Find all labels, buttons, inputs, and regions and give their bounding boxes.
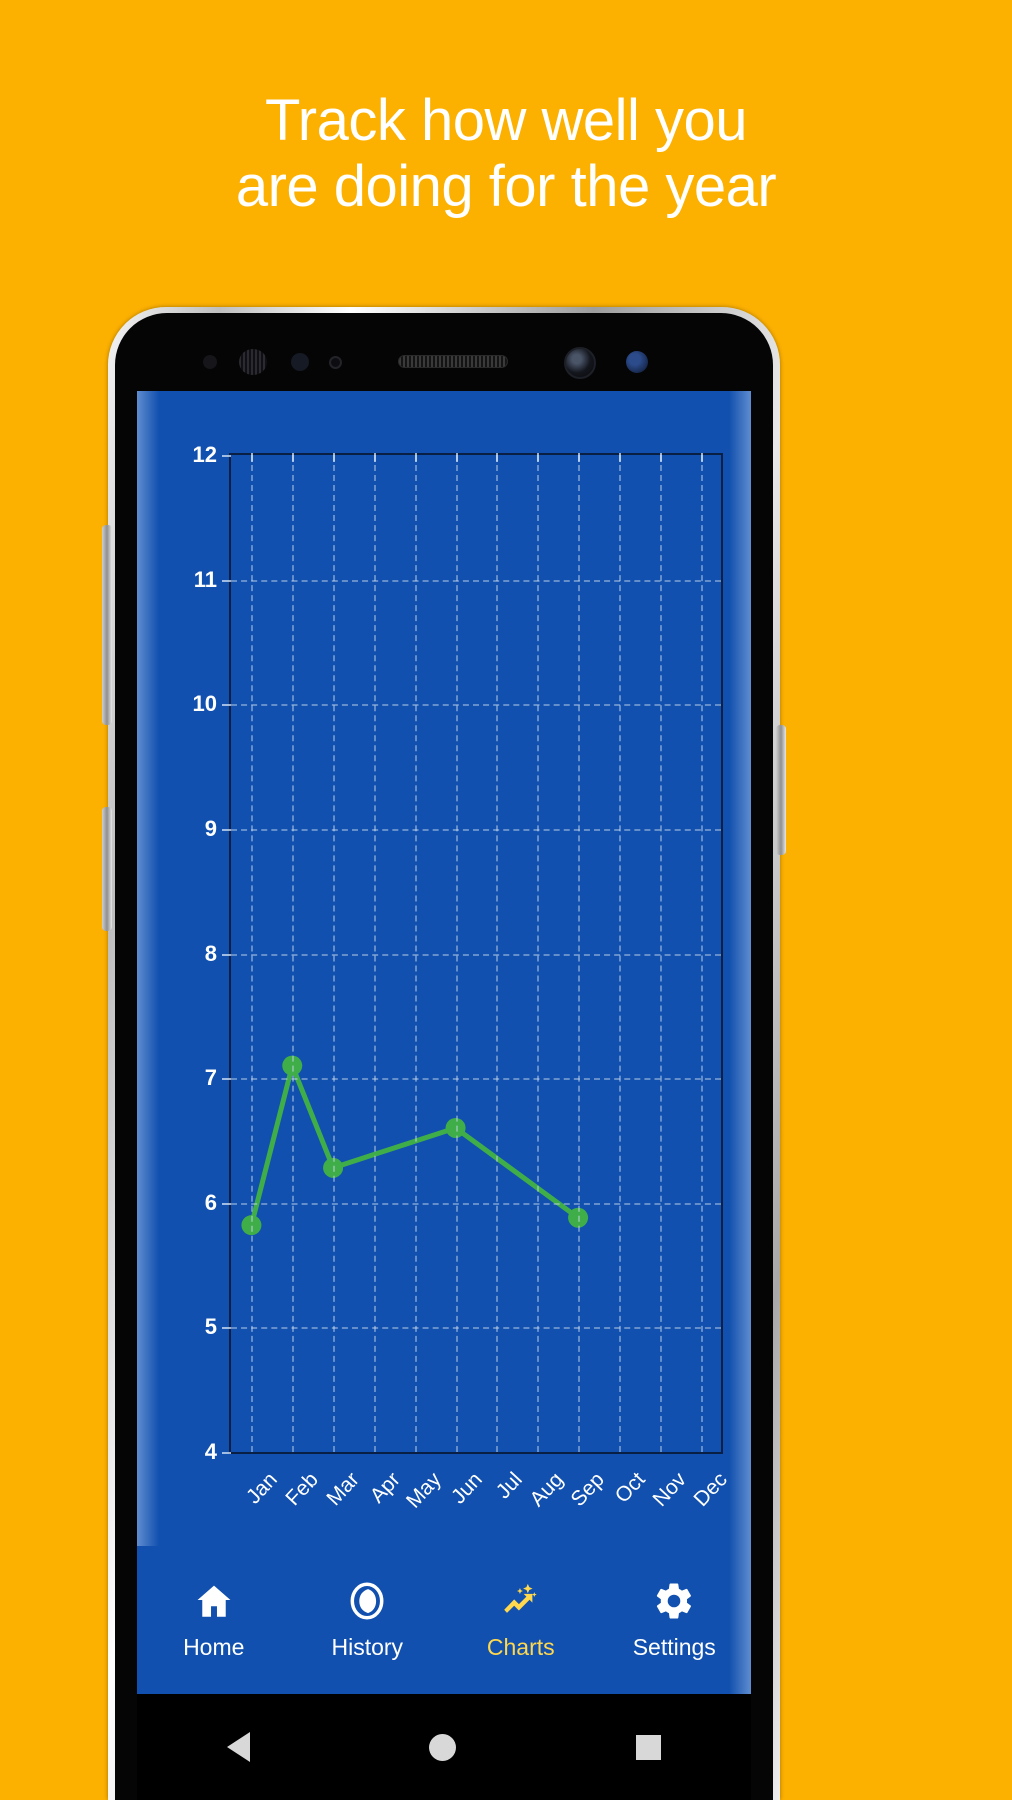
x-tick-mark <box>373 453 376 462</box>
y-tick-mark <box>222 1327 231 1330</box>
front-camera-icon <box>564 347 596 379</box>
headline-line-1: Track how well you <box>264 88 748 153</box>
x-axis-tick-label: Feb <box>281 1468 324 1511</box>
y-axis-tick-label: 11 <box>193 566 217 592</box>
x-axis-tick-label: Jun <box>446 1468 487 1509</box>
nav-item-charts[interactable]: Charts <box>444 1580 598 1661</box>
nav-label-history: History <box>331 1633 404 1660</box>
y-tick-mark <box>222 1078 231 1081</box>
sensor-dot-icon <box>626 351 648 373</box>
moon-icon <box>350 1581 384 1620</box>
nav-item-home[interactable]: Home <box>137 1580 291 1661</box>
phone-mockup: 4 5 6 7 8 9 10 11 12 Jan Feb Mar Apr May Jun Jul Aug Sep O… <box>102 307 786 1800</box>
x-axis-tick-label: May <box>401 1468 446 1513</box>
volume-button[interactable] <box>102 525 112 725</box>
nav-item-settings[interactable]: Settings <box>598 1580 752 1661</box>
x-tick-mark <box>700 453 703 462</box>
y-axis-tick-label: 5 <box>204 1314 217 1340</box>
home-button-icon[interactable] <box>429 1733 457 1761</box>
x-axis-tick-label: Jul <box>492 1468 528 1504</box>
earpiece-speaker-icon <box>398 355 508 368</box>
y-axis-tick-label: 4 <box>204 1439 217 1464</box>
x-tick-mark <box>496 453 499 462</box>
y-tick-mark <box>222 828 231 831</box>
line-chart-plot[interactable]: 4 5 6 7 8 9 10 11 12 Jan Feb Mar Apr May Jun Jul Aug Sep O… <box>193 442 732 1513</box>
nav-label-settings: Settings <box>632 1633 716 1660</box>
sensor-array <box>115 347 773 379</box>
x-axis-tick-label: Apr <box>365 1468 405 1508</box>
y-axis-tick-label: 6 <box>204 1189 217 1215</box>
y-axis-tick-label: 9 <box>204 815 217 841</box>
x-axis-tick-label: Nov <box>648 1468 691 1512</box>
chart-data-point[interactable] <box>445 1117 466 1138</box>
y-tick-mark <box>222 1452 231 1454</box>
y-axis-tick-label: 12 <box>192 442 217 467</box>
y-tick-mark <box>222 704 231 707</box>
x-tick-mark <box>251 453 254 462</box>
nav-item-history[interactable]: History <box>291 1580 445 1661</box>
chart-line <box>248 1063 581 1228</box>
x-tick-mark <box>659 453 662 462</box>
chart-container: 4 5 6 7 8 9 10 11 12 Jan Feb Mar Apr May Jun Jul Aug Sep O… <box>137 391 751 1546</box>
x-axis-tick-label: Oct <box>610 1468 650 1508</box>
x-tick-mark <box>537 453 540 462</box>
recents-button-icon[interactable] <box>636 1734 662 1760</box>
y-tick-mark <box>222 1202 231 1205</box>
android-navigation-bar <box>137 1694 751 1800</box>
x-tick-mark <box>414 453 417 462</box>
proximity-sensor-icon <box>203 355 217 369</box>
x-axis-tick-label: Mar <box>322 1468 364 1511</box>
bottom-navigation: Home History Charts Settings <box>137 1546 751 1694</box>
back-button-icon[interactable] <box>226 1732 250 1762</box>
phone-body: 4 5 6 7 8 9 10 11 12 Jan Feb Mar Apr May Jun Jul Aug Sep O… <box>115 313 773 1800</box>
chart-data-point[interactable] <box>568 1207 589 1228</box>
y-axis-tick-label: 7 <box>204 1065 217 1091</box>
x-tick-mark <box>618 453 621 462</box>
home-icon <box>197 1585 231 1617</box>
assistant-button[interactable] <box>102 807 112 931</box>
iris-scanner-icon <box>239 349 267 375</box>
y-tick-mark <box>222 455 231 457</box>
chart-series-layer <box>241 1055 589 1236</box>
x-axis-tick-label: Aug <box>525 1468 569 1512</box>
x-tick-mark <box>578 453 581 462</box>
phone-screen: 4 5 6 7 8 9 10 11 12 Jan Feb Mar Apr May Jun Jul Aug Sep O… <box>137 391 751 1694</box>
chart-data-point[interactable] <box>282 1055 303 1076</box>
x-axis-tick-label: Sep <box>566 1468 609 1512</box>
gear-icon <box>657 1583 692 1618</box>
headline-line-2: are doing for the year <box>235 154 777 219</box>
x-tick-mark <box>455 453 458 462</box>
page-title: Track how well you are doing for the yea… <box>0 88 1012 220</box>
x-tick-mark <box>292 453 295 462</box>
nav-label-home: Home <box>183 1633 245 1660</box>
y-tick-mark <box>222 579 231 582</box>
sparkle-trend-icon <box>503 1583 537 1613</box>
light-sensor-icon <box>291 353 309 371</box>
chart-data-point[interactable] <box>241 1215 262 1236</box>
x-axis-tick-label: Jan <box>242 1468 283 1509</box>
y-axis-tick-label: 8 <box>204 940 217 966</box>
nav-label-charts: Charts <box>486 1633 555 1660</box>
y-axis-tick-label: 10 <box>192 691 217 717</box>
x-axis-tick-label: Dec <box>689 1468 732 1512</box>
y-tick-mark <box>222 953 231 956</box>
power-button[interactable] <box>776 725 786 855</box>
x-tick-mark <box>333 453 336 462</box>
chart-data-point[interactable] <box>323 1157 344 1178</box>
led-indicator-icon <box>329 356 342 369</box>
